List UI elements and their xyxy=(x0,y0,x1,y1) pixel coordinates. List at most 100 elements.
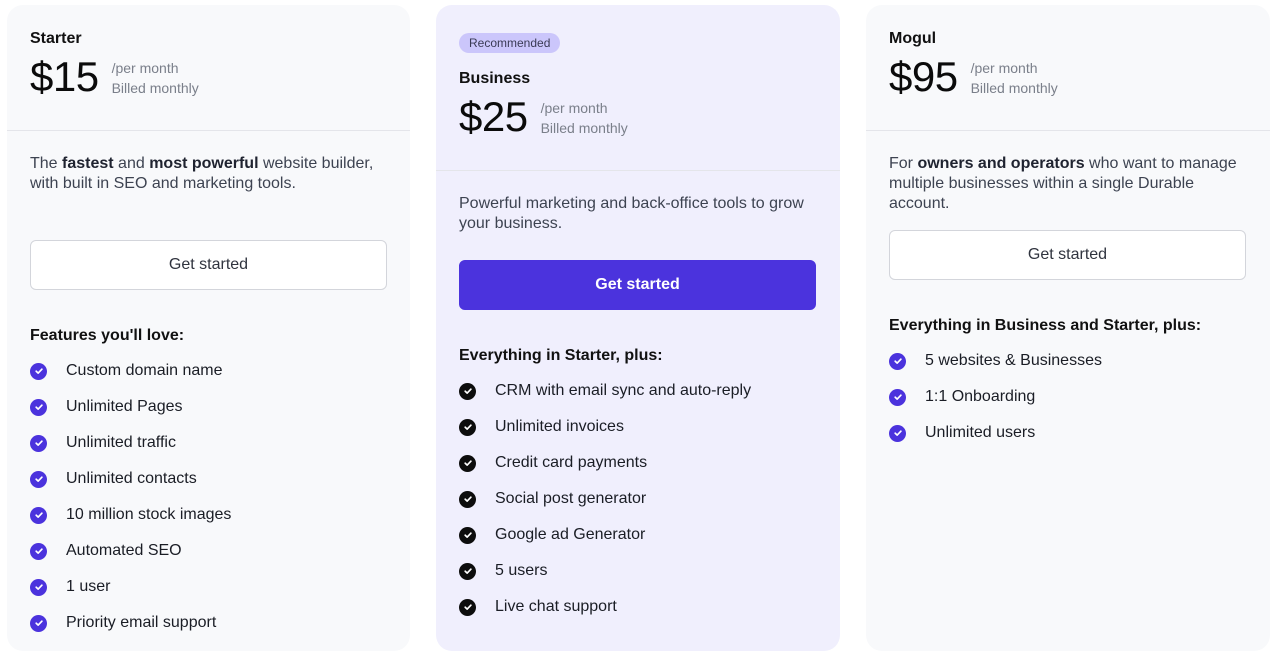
feature-item: Unlimited traffic xyxy=(30,425,387,461)
check-circle-icon xyxy=(30,542,47,560)
feature-label: Google ad Generator xyxy=(495,526,646,543)
plan-name: Business xyxy=(459,70,531,87)
check-circle-icon xyxy=(889,424,906,442)
plan-body: For owners and operators who want to man… xyxy=(866,131,1270,451)
billing-cycle: Billed monthly xyxy=(540,120,628,136)
check-circle-icon xyxy=(459,382,476,400)
feature-list: Custom domain name Unlimited Pages Unlimit… xyxy=(30,353,387,641)
feature-item: 5 users xyxy=(459,553,817,589)
plan-body: The fastest and most powerful website bu… xyxy=(7,131,410,641)
feature-label: Social post generator xyxy=(495,490,647,507)
desc-text: and xyxy=(113,155,150,172)
price-row: $95 /per month Billed monthly xyxy=(889,51,1247,103)
check-circle-icon xyxy=(30,506,47,524)
feature-label: Priority email support xyxy=(66,614,217,631)
feature-label: Automated SEO xyxy=(66,542,182,559)
plan-body: Powerful marketing and back-office tools… xyxy=(436,171,840,625)
feature-item: Google ad Generator xyxy=(459,517,817,553)
plan-description: The fastest and most powerful website bu… xyxy=(30,154,387,214)
check-circle-icon xyxy=(459,598,476,616)
plan-card-mogul: Mogul $95 /per month Billed monthly For … xyxy=(866,5,1270,651)
check-circle-icon xyxy=(30,578,47,596)
check-circle-icon xyxy=(889,352,906,370)
price-meta: /per month Billed monthly xyxy=(112,56,199,98)
plan-price: $25 xyxy=(459,93,528,140)
price-period: /per month xyxy=(111,60,179,76)
feature-label: 5 users xyxy=(495,562,548,579)
feature-item: Live chat support xyxy=(459,589,817,625)
check-circle-icon xyxy=(30,434,47,452)
feature-item: 5 websites & Businesses xyxy=(889,343,1247,379)
get-started-button[interactable]: Get started xyxy=(889,230,1246,280)
desc-emphasis: owners and operators xyxy=(917,155,1085,172)
billing-cycle: Billed monthly xyxy=(970,80,1058,96)
check-circle-icon xyxy=(459,526,476,544)
plan-header: Recommended Business $25 /per month Bill… xyxy=(436,5,840,170)
plan-description: Powerful marketing and back-office tools… xyxy=(459,195,804,232)
price-period: /per month xyxy=(540,100,608,116)
feature-label: 1:1 Onboarding xyxy=(925,388,1036,405)
plan-description: For owners and operators who want to man… xyxy=(889,154,1247,214)
desc-text: The xyxy=(30,155,63,172)
feature-item: Credit card payments xyxy=(459,445,817,481)
feature-label: Custom domain name xyxy=(66,362,223,379)
feature-label: Unlimited contacts xyxy=(66,470,197,487)
check-circle-icon xyxy=(30,362,47,380)
check-circle-icon xyxy=(459,490,476,508)
plan-name: Mogul xyxy=(889,30,937,47)
check-circle-icon xyxy=(459,454,476,472)
desc-text: For xyxy=(889,155,918,172)
plan-price: $15 xyxy=(30,53,99,100)
plan-header: Starter $15 /per month Billed monthly xyxy=(7,5,410,130)
desc-emphasis: fastest xyxy=(62,155,114,172)
feature-item: 10 million stock images xyxy=(30,497,387,533)
check-circle-icon xyxy=(30,398,47,416)
feature-label: Unlimited invoices xyxy=(495,418,624,435)
feature-label: CRM with email sync and auto-reply xyxy=(495,382,752,399)
feature-item: CRM with email sync and auto-reply xyxy=(459,373,817,409)
feature-item: Unlimited invoices xyxy=(459,409,817,445)
desc-emphasis: most powerful xyxy=(149,155,259,172)
feature-item: 1 user xyxy=(30,569,387,605)
feature-label: Unlimited users xyxy=(925,424,1036,441)
feature-label: 1 user xyxy=(66,578,111,595)
feature-item: Priority email support xyxy=(30,605,387,641)
feature-label: Unlimited Pages xyxy=(66,398,183,415)
plan-card-starter: Starter $15 /per month Billed monthly Th… xyxy=(7,5,410,651)
plan-card-business: Recommended Business $25 /per month Bill… xyxy=(436,5,840,651)
feature-item: 1:1 Onboarding xyxy=(889,379,1247,415)
check-circle-icon xyxy=(30,470,47,488)
price-meta: /per month Billed monthly xyxy=(541,96,628,138)
get-started-button[interactable]: Get started xyxy=(30,240,387,290)
get-started-button[interactable]: Get started xyxy=(459,260,816,310)
feature-item: Unlimited Pages xyxy=(30,389,387,425)
price-meta: /per month Billed monthly xyxy=(971,56,1058,98)
recommended-badge: Recommended xyxy=(459,33,561,53)
billing-cycle: Billed monthly xyxy=(111,80,199,96)
price-row: $15 /per month Billed monthly xyxy=(30,51,387,103)
price-row: $25 /per month Billed monthly xyxy=(459,91,817,143)
feature-label: Unlimited traffic xyxy=(66,434,176,451)
feature-list: CRM with email sync and auto-reply Unlimi… xyxy=(459,373,817,625)
check-circle-icon xyxy=(30,614,47,632)
price-period: /per month xyxy=(970,60,1038,76)
check-circle-icon xyxy=(889,388,906,406)
feature-item: Unlimited contacts xyxy=(30,461,387,497)
features-title: Features you'll love: xyxy=(30,327,185,344)
feature-item: Custom domain name xyxy=(30,353,387,389)
feature-label: 10 million stock images xyxy=(66,506,232,523)
plan-price: $95 xyxy=(889,53,958,100)
check-circle-icon xyxy=(459,418,476,436)
plan-header: Mogul $95 /per month Billed monthly xyxy=(866,5,1270,130)
feature-label: Credit card payments xyxy=(495,454,648,471)
feature-list: 5 websites & Businesses 1:1 Onboarding Unl… xyxy=(889,343,1247,451)
features-title: Everything in Business and Starter, plus… xyxy=(889,317,1202,334)
plan-name: Starter xyxy=(30,30,82,47)
feature-item: Unlimited users xyxy=(889,415,1247,451)
features-title: Everything in Starter, plus: xyxy=(459,347,663,364)
feature-item: Social post generator xyxy=(459,481,817,517)
feature-label: 5 websites & Businesses xyxy=(925,352,1102,369)
feature-item: Automated SEO xyxy=(30,533,387,569)
feature-label: Live chat support xyxy=(495,598,617,615)
check-circle-icon xyxy=(459,562,476,580)
